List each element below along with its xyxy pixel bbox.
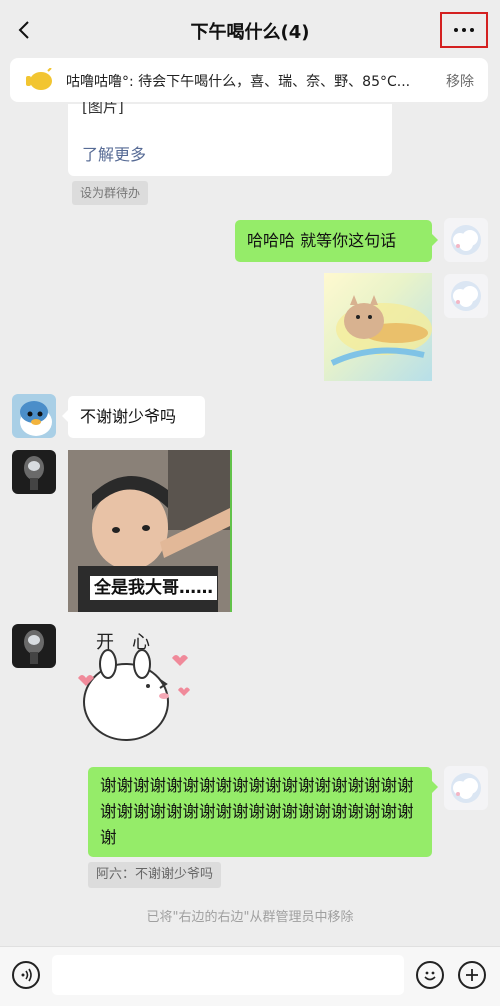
more-dot-icon [454, 28, 458, 32]
chat-title: 下午喝什么(4) [190, 22, 310, 43]
member-avatar[interactable] [12, 450, 56, 494]
my-avatar[interactable] [444, 218, 488, 262]
pinned-remove-button[interactable]: 移除 [446, 71, 474, 91]
my-avatar[interactable] [444, 766, 488, 810]
cloud-avatar-icon [451, 773, 481, 803]
cloud-avatar-icon [451, 225, 481, 255]
card-learn-more-link[interactable]: 了解更多 [82, 142, 146, 168]
set-group-todo-tag[interactable]: 设为群待办 [72, 181, 149, 205]
bunny-sticker [78, 649, 190, 741]
plus-icon [466, 969, 478, 981]
emoji-button[interactable] [416, 961, 444, 989]
message-bubble-incoming[interactable]: 不谢谢少爷吗 [62, 396, 205, 438]
input-bar [0, 946, 500, 1006]
more-dot-icon [462, 28, 466, 32]
robot-avatar-icon [24, 456, 44, 490]
more-dot-icon [470, 28, 474, 32]
message-bubble-outgoing[interactable]: 哈哈哈 就等你这句话 [235, 220, 438, 262]
announcement-bubble-icon [26, 68, 52, 90]
more-options-button[interactable] [440, 12, 488, 48]
chat-header: 下午喝什么(4) [0, 0, 500, 58]
cloud-avatar-icon [451, 281, 481, 311]
quoted-message[interactable]: 阿六：不谢谢少爷吗 [88, 862, 222, 888]
member-avatar[interactable] [12, 394, 56, 438]
message-input[interactable] [52, 955, 404, 995]
message-text: 不谢谢少爷吗 [80, 407, 177, 426]
happy-sticker[interactable]: 开心 [68, 624, 198, 748]
card-message[interactable]: [图片] 了解更多 [68, 102, 392, 176]
baby-meme-image[interactable]: 全是我大哥…… [68, 450, 232, 612]
penguin-avatar-icon [20, 401, 52, 436]
system-notice: 已将"右边的右边"从群管理员中移除 [146, 910, 354, 925]
add-more-button[interactable] [458, 961, 486, 989]
pinned-message-text: 咕噜咕噜°: 待会下午喝什么，喜、瑞、奈、野、85°C... [66, 74, 411, 90]
flying-cat-image [330, 295, 432, 366]
my-avatar[interactable] [444, 274, 488, 318]
pinned-message-bar[interactable]: 咕噜咕噜°: 待会下午喝什么，喜、瑞、奈、野、85°C... 移除 [10, 58, 488, 102]
message-text: 谢谢谢谢谢谢谢谢谢谢谢谢谢谢谢谢谢谢谢谢谢谢谢谢谢谢谢谢谢谢谢谢谢谢谢谢谢谢谢 [100, 776, 414, 847]
member-avatar[interactable] [12, 624, 56, 668]
cat-meme-image[interactable] [324, 273, 432, 381]
robot-avatar-icon [24, 630, 44, 664]
meme-caption: 全是我大哥…… [90, 576, 217, 600]
voice-button[interactable] [12, 961, 40, 989]
card-partial-text: [图片] [82, 102, 124, 114]
emoji-icon [424, 971, 436, 981]
message-bubble-outgoing[interactable]: 谢谢谢谢谢谢谢谢谢谢谢谢谢谢谢谢谢谢谢谢谢谢谢谢谢谢谢谢谢谢谢谢谢谢谢谢谢谢谢 [88, 767, 438, 857]
message-text: 哈哈哈 就等你这句话 [247, 231, 397, 250]
voice-icon [21, 968, 32, 982]
